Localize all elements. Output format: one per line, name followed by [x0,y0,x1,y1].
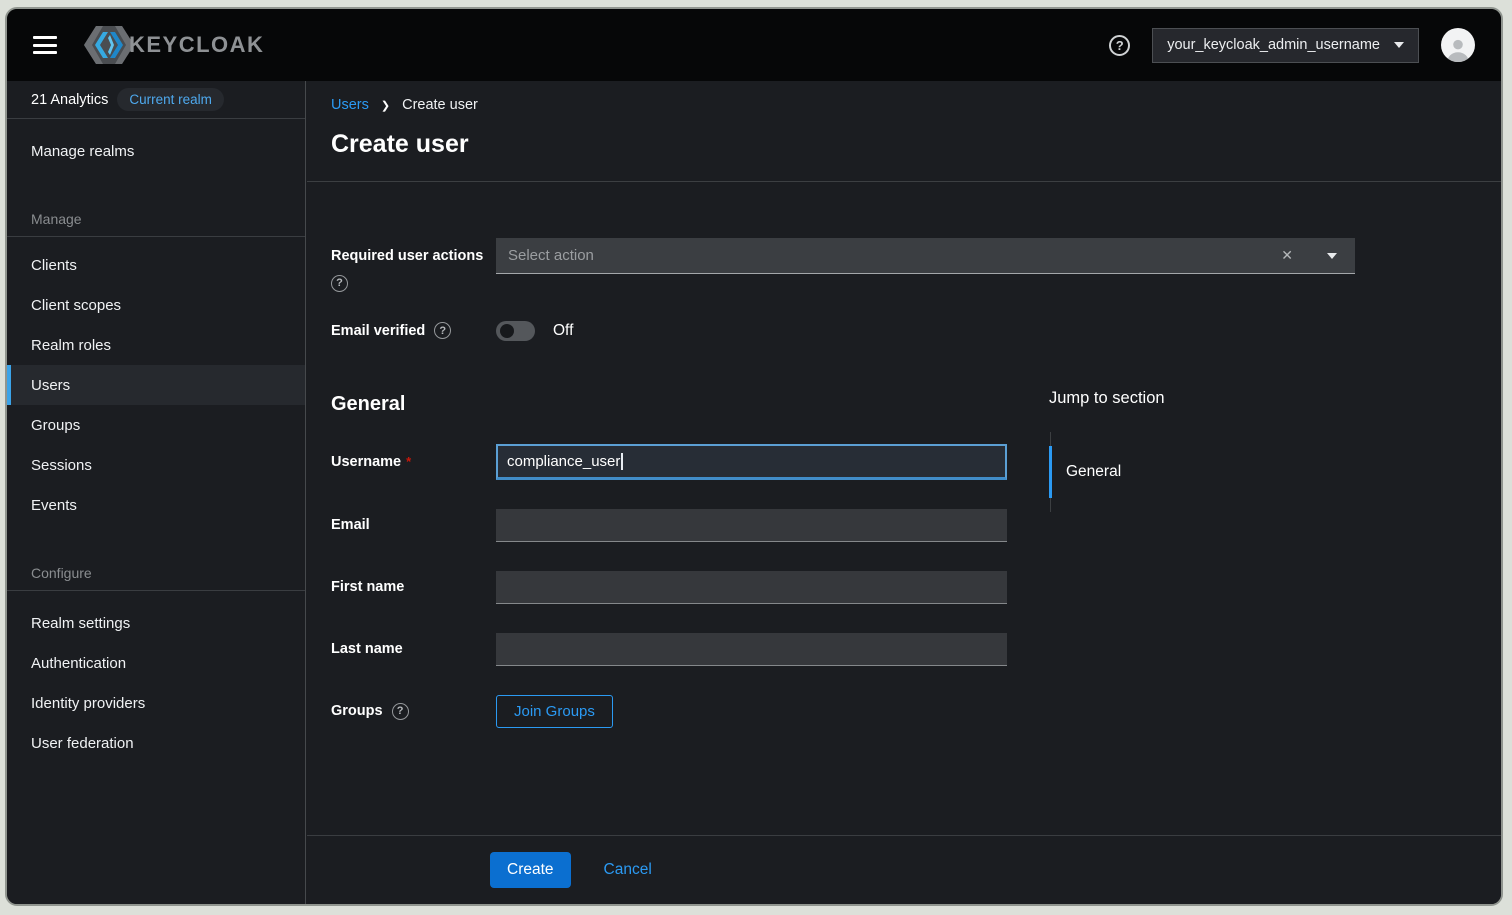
join-groups-button[interactable]: Join Groups [496,695,613,728]
sidebar-item-groups[interactable]: Groups [7,405,305,445]
app-window: KEYCLOAK ? your_keycloak_admin_username … [5,7,1503,906]
first-name-input[interactable] [496,571,1007,604]
configure-nav-list: Realm settings Authentication Identity p… [7,591,305,763]
text-cursor [621,453,623,470]
required-actions-select[interactable]: Select action ✕ [496,238,1355,274]
chevron-down-icon [1394,42,1404,48]
groups-row: Groups ? Join Groups [331,695,1477,728]
create-button[interactable]: Create [490,852,571,888]
last-name-input[interactable] [496,633,1007,666]
groups-help-icon[interactable]: ? [392,703,409,720]
username-label: Username [331,454,401,470]
cancel-link[interactable]: Cancel [604,861,652,879]
realm-name: 21 Analytics [31,92,108,108]
email-row: Email [331,509,1477,542]
keycloak-logo-icon [83,22,135,68]
manage-nav-list: Clients Client scopes Realm roles Users … [7,237,305,525]
email-verified-label: Email verified [331,323,425,339]
help-icon[interactable]: ? [1109,35,1130,56]
chevron-right-icon: ❯ [381,99,390,112]
email-verified-label-cell: Email verified ? [331,322,496,339]
sidebar-item-authentication[interactable]: Authentication [7,643,305,683]
form-actions-footer: Create Cancel [307,835,1501,904]
username-value: compliance_user [507,453,620,470]
groups-label: Groups [331,703,383,719]
avatar[interactable] [1441,28,1475,62]
username-input[interactable]: compliance_user [496,444,1007,480]
user-icon [1445,36,1471,62]
email-verified-toggle[interactable] [496,321,535,341]
breadcrumb-users-link[interactable]: Users [331,97,369,113]
jump-links: General [1050,432,1429,512]
sidebar-item-client-scopes[interactable]: Client scopes [7,285,305,325]
select-placeholder: Select action [508,247,594,264]
user-menu-label: your_keycloak_admin_username [1167,37,1380,53]
user-menu-dropdown[interactable]: your_keycloak_admin_username [1152,28,1419,63]
first-name-label: First name [331,579,496,595]
sidebar-item-realm-roles[interactable]: Realm roles [7,325,305,365]
groups-label-cell: Groups ? [331,703,496,720]
sidebar-item-clients[interactable]: Clients [7,245,305,285]
username-label-cell: Username * [331,454,496,470]
email-label: Email [331,517,496,533]
sidebar-item-realm-settings[interactable]: Realm settings [7,603,305,643]
required-actions-label-cell: Required user actions ? [331,238,496,292]
masthead: KEYCLOAK ? your_keycloak_admin_username [7,9,1501,81]
page-header: Users ❯ Create user Create user [307,81,1501,182]
required-actions-label: Required user actions [331,248,483,264]
jump-link-general[interactable]: General [1049,446,1429,498]
sidebar-item-user-federation[interactable]: User federation [7,723,305,763]
page-title: Create user [331,130,1477,159]
email-verified-state: Off [553,322,573,340]
breadcrumb: Users ❯ Create user [331,95,1477,115]
main-content: Users ❯ Create user Create user Required… [307,81,1501,904]
last-name-label: Last name [331,641,496,657]
sidebar-item-events[interactable]: Events [7,485,305,525]
select-caret-icon[interactable] [1327,253,1337,259]
required-asterisk: * [406,454,411,469]
email-input[interactable] [496,509,1007,542]
current-realm-badge: Current realm [117,88,224,111]
sidebar-item-sessions[interactable]: Sessions [7,445,305,485]
sidebar: 21 Analytics Current realm Manage realms… [7,81,306,904]
realm-selector[interactable]: 21 Analytics Current realm [7,81,305,119]
jump-to-section-title: Jump to section [1049,389,1429,408]
sidebar-group-configure: Configure [7,565,305,591]
sidebar-group-manage: Manage [7,211,305,237]
email-verified-help-icon[interactable]: ? [434,322,451,339]
sidebar-item-identity-providers[interactable]: Identity providers [7,683,305,723]
required-actions-help-icon[interactable]: ? [331,275,348,292]
sidebar-item-manage-realms[interactable]: Manage realms [7,131,305,171]
email-verified-row: Email verified ? Off [331,321,1477,341]
keycloak-brand: KEYCLOAK [83,22,264,68]
nav-toggle-hamburger-icon[interactable] [33,36,57,54]
brand-title: KEYCLOAK [129,32,264,58]
required-actions-row: Required user actions ? Select action ✕ [331,238,1477,292]
first-name-row: First name [331,571,1477,604]
masthead-right: ? your_keycloak_admin_username [1109,28,1475,63]
breadcrumb-current: Create user [402,97,478,113]
last-name-row: Last name [331,633,1477,666]
clear-selection-icon[interactable]: ✕ [1275,247,1299,264]
sidebar-item-users[interactable]: Users [7,365,305,405]
jump-to-section-panel: Jump to section General [1049,389,1429,512]
